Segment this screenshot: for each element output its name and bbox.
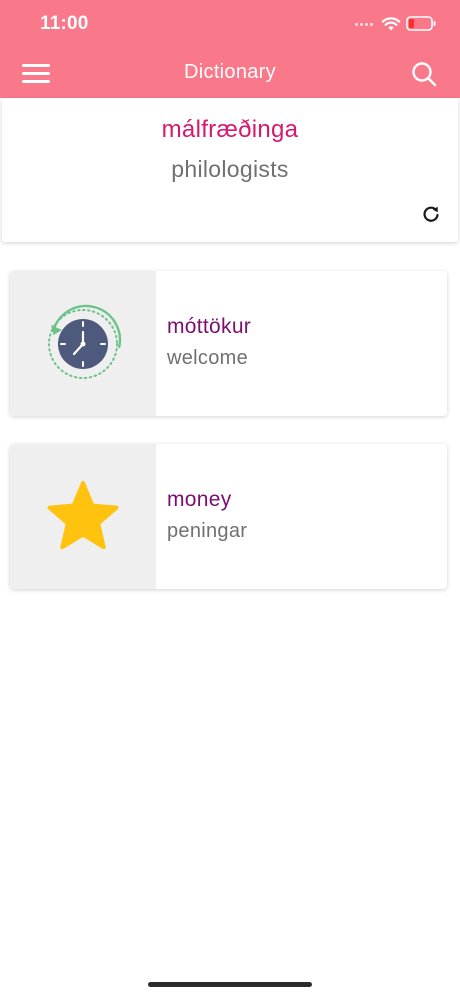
app-header: 11:00 Dictionary (0, 0, 460, 98)
favorites-card-subtitle: peningar (167, 520, 248, 542)
cellular-signal-icon (355, 23, 373, 26)
home-indicator[interactable] (148, 982, 312, 987)
favorites-card[interactable]: money peningar (10, 444, 447, 589)
history-card-title: móttökur (167, 315, 252, 338)
history-clock-icon (48, 304, 122, 379)
battery-icon (406, 16, 436, 31)
star-icon (47, 481, 119, 550)
favorites-thumbnail (10, 444, 156, 589)
page-title: Dictionary (184, 61, 276, 83)
word-of-the-day-card[interactable]: málfræðinga philologists (2, 98, 458, 242)
favorites-card-title: money (167, 488, 232, 511)
word-of-the-day-translation: philologists (171, 156, 289, 182)
status-time: 11:00 (40, 13, 89, 34)
search-icon[interactable] (410, 60, 438, 88)
refresh-icon[interactable] (421, 204, 441, 224)
history-thumbnail (10, 271, 156, 416)
history-card[interactable]: móttökur welcome (10, 271, 447, 416)
word-of-the-day-word: málfræðinga (161, 116, 299, 143)
wifi-icon (381, 17, 401, 31)
history-card-subtitle: welcome (167, 347, 249, 369)
